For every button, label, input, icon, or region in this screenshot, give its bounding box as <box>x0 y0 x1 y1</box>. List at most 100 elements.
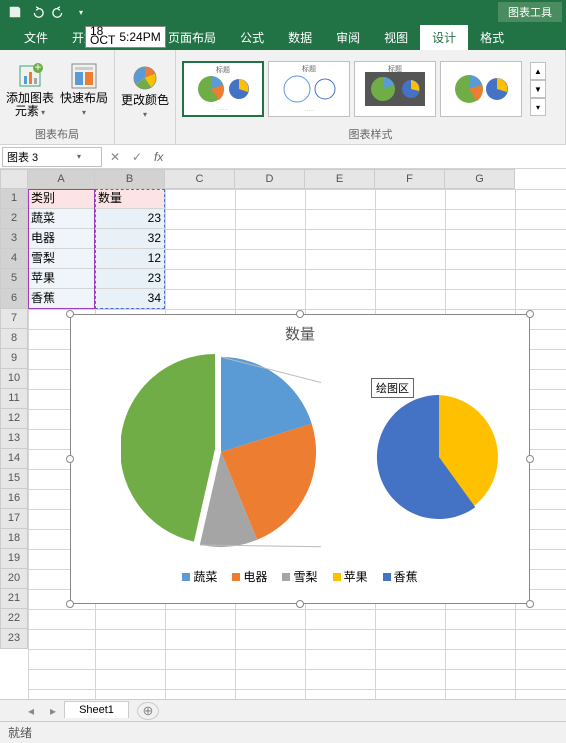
cell-b4[interactable]: 12 <box>95 249 165 269</box>
row-header-17[interactable]: 17 <box>0 509 28 529</box>
title-bar: ▾ 图表工具 <box>0 0 566 24</box>
timestamp-overlay: 18OCT 5:24PM <box>85 26 166 48</box>
col-header-f[interactable]: F <box>375 169 445 189</box>
sheet-nav-next-icon[interactable]: ▸ <box>42 704 64 718</box>
style-scroll-up[interactable]: ▲ <box>530 62 546 80</box>
name-box-dropdown-icon[interactable]: ▾ <box>77 152 81 161</box>
row-header-1[interactable]: 1 <box>0 189 28 209</box>
quick-layout-button[interactable]: 快速布局 ▾ <box>60 60 108 119</box>
add-sheet-button[interactable]: ⊕ <box>137 702 159 720</box>
row-header-2[interactable]: 2 <box>0 209 28 229</box>
row-header-8[interactable]: 8 <box>0 329 28 349</box>
svg-text:+: + <box>34 62 41 74</box>
tab-data[interactable]: 数据 <box>276 25 324 50</box>
change-color-button[interactable]: 更改颜色 ▾ <box>121 62 169 121</box>
enter-icon[interactable]: ✓ <box>126 150 148 164</box>
cell-b2[interactable]: 23 <box>95 209 165 229</box>
ribbon-toolbar: + 添加图表元素 ▾ 快速布局 ▾ 图表布局 更改颜色 ▾ 标题 · <box>0 50 566 145</box>
chart-legend[interactable]: 蔬菜 电器 雪梨 苹果 香蕉 <box>71 562 529 591</box>
row-header-5[interactable]: 5 <box>0 269 28 289</box>
row-header-18[interactable]: 18 <box>0 529 28 549</box>
row-header-3[interactable]: 3 <box>0 229 28 249</box>
chart-title[interactable]: 数量 <box>71 315 529 352</box>
col-header-b[interactable]: B <box>95 169 165 189</box>
cell-a1[interactable]: 类别 <box>28 189 95 209</box>
row-header-4[interactable]: 4 <box>0 249 28 269</box>
redo-icon[interactable] <box>48 2 70 22</box>
add-chart-element-button[interactable]: + 添加图表元素 ▾ <box>6 60 54 119</box>
resize-handle-s[interactable] <box>296 600 304 608</box>
tab-layout[interactable]: 页面布局 <box>156 25 228 50</box>
col-header-e[interactable]: E <box>305 169 375 189</box>
cell-b6[interactable]: 34 <box>95 289 165 309</box>
tab-review[interactable]: 审阅 <box>324 25 372 50</box>
main-pie[interactable] <box>121 352 321 562</box>
chart-style-2[interactable]: 标题 · · · · · <box>268 61 350 117</box>
name-box[interactable]: ▾ <box>2 147 102 167</box>
tab-design[interactable]: 设计 <box>420 25 468 50</box>
chart-style-1[interactable]: 标题 · · · · · <box>182 61 264 117</box>
chart-plot-area[interactable]: 绘图区 <box>71 352 529 562</box>
row-header-16[interactable]: 16 <box>0 489 28 509</box>
ribbon-group-change-colors: 更改颜色 ▾ <box>115 50 176 144</box>
row-header-21[interactable]: 21 <box>0 589 28 609</box>
style-scroll-down[interactable]: ▼ <box>530 80 546 98</box>
worksheet-grid[interactable]: A B C D E F G 12345678910111213141516171… <box>0 169 566 699</box>
col-header-a[interactable]: A <box>28 169 95 189</box>
cell-b3[interactable]: 32 <box>95 229 165 249</box>
sheet-nav-prev-icon[interactable]: ◂ <box>20 704 42 718</box>
row-header-15[interactable]: 15 <box>0 469 28 489</box>
cell-a6[interactable]: 香蕉 <box>28 289 95 309</box>
row-header-10[interactable]: 10 <box>0 369 28 389</box>
ribbon-tabs: 文件 开始 18OCT 5:24PM 插入 页面布局 公式 数据 审阅 视图 设… <box>0 24 566 50</box>
save-icon[interactable] <box>4 2 26 22</box>
row-header-11[interactable]: 11 <box>0 389 28 409</box>
cell-a2[interactable]: 蔬菜 <box>28 209 95 229</box>
fx-icon[interactable]: fx <box>148 150 169 164</box>
style-more[interactable]: ▾ <box>530 98 546 116</box>
qat-customize-icon[interactable]: ▾ <box>70 2 92 22</box>
row-header-12[interactable]: 12 <box>0 409 28 429</box>
select-all-corner[interactable] <box>0 169 28 189</box>
col-header-g[interactable]: G <box>445 169 515 189</box>
cell-b5[interactable]: 23 <box>95 269 165 289</box>
resize-handle-nw[interactable] <box>66 310 74 318</box>
tab-format[interactable]: 格式 <box>468 25 516 50</box>
col-header-d[interactable]: D <box>235 169 305 189</box>
row-header-7[interactable]: 7 <box>0 309 28 329</box>
add-chart-element-icon: + <box>14 60 46 92</box>
chart-style-3[interactable]: 标题 <box>354 61 436 117</box>
cell-a5[interactable]: 苹果 <box>28 269 95 289</box>
resize-handle-ne[interactable] <box>526 310 534 318</box>
cell-b1[interactable]: 数量 <box>95 189 165 209</box>
resize-handle-n[interactable] <box>296 310 304 318</box>
chart-tools-context: 图表工具 <box>498 2 562 22</box>
style-scroll-buttons: ▲ ▼ ▾ <box>530 62 546 116</box>
col-header-c[interactable]: C <box>165 169 235 189</box>
resize-handle-se[interactable] <box>526 600 534 608</box>
row-header-13[interactable]: 13 <box>0 429 28 449</box>
name-box-input[interactable] <box>7 151 77 163</box>
sub-pie[interactable] <box>371 392 501 522</box>
sheet-tab-1[interactable]: Sheet1 <box>64 701 129 718</box>
tab-file[interactable]: 文件 <box>12 25 60 50</box>
chart-style-4[interactable] <box>440 61 522 117</box>
cancel-icon[interactable]: ✕ <box>104 150 126 164</box>
tab-view[interactable]: 视图 <box>372 25 420 50</box>
resize-handle-sw[interactable] <box>66 600 74 608</box>
cell-a4[interactable]: 雪梨 <box>28 249 95 269</box>
row-header-6[interactable]: 6 <box>0 289 28 309</box>
row-header-19[interactable]: 19 <box>0 549 28 569</box>
row-header-20[interactable]: 20 <box>0 569 28 589</box>
cell-a3[interactable]: 电器 <box>28 229 95 249</box>
undo-icon[interactable] <box>26 2 48 22</box>
ribbon-group-chart-layout: + 添加图表元素 ▾ 快速布局 ▾ 图表布局 <box>0 50 115 144</box>
tab-formula[interactable]: 公式 <box>228 25 276 50</box>
ribbon-group-chart-styles: 标题 · · · · · 标题 · · · · · 标题 ▲ <box>176 50 566 144</box>
row-header-14[interactable]: 14 <box>0 449 28 469</box>
row-header-22[interactable]: 22 <box>0 609 28 629</box>
row-header-23[interactable]: 23 <box>0 629 28 649</box>
chart-object[interactable]: 数量 <box>70 314 530 604</box>
status-bar: 就绪 <box>0 721 566 743</box>
row-header-9[interactable]: 9 <box>0 349 28 369</box>
